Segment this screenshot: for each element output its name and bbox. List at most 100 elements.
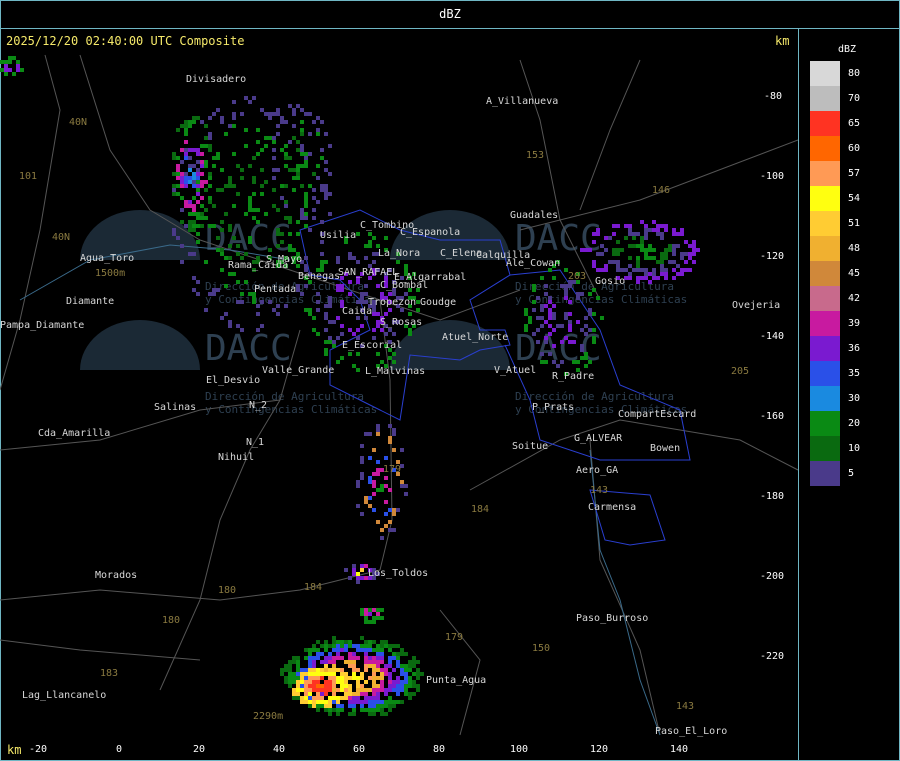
echo-cell — [356, 684, 360, 688]
echo-cell — [232, 236, 236, 240]
echo-cell — [296, 148, 300, 152]
echo-cell — [308, 656, 312, 660]
svg-text:179: 179 — [445, 632, 463, 643]
echo-cell — [348, 256, 352, 260]
echo-cell — [644, 256, 648, 260]
echo-cell — [196, 116, 200, 120]
echo-cell — [348, 676, 352, 680]
echo-cell — [308, 692, 312, 696]
echo-cell — [284, 200, 288, 204]
echo-cell — [304, 204, 308, 208]
echo-cell — [528, 316, 532, 320]
echo-cell — [368, 608, 372, 612]
echo-cell — [404, 684, 408, 688]
echo-cell — [324, 644, 328, 648]
echo-cell — [252, 300, 256, 304]
echo-cell — [636, 244, 640, 248]
echo-cell — [180, 124, 184, 128]
echo-cell — [244, 252, 248, 256]
svg-text:180: 180 — [218, 585, 236, 596]
echo-cell — [332, 692, 336, 696]
echo-cell — [352, 708, 356, 712]
place-label: N_2 — [249, 400, 267, 411]
echo-cell — [316, 680, 320, 684]
echo-cell — [560, 324, 564, 328]
echo-cell — [208, 172, 212, 176]
echo-cell — [196, 224, 200, 228]
echo-cell — [616, 252, 620, 256]
echo-cell — [300, 672, 304, 676]
echo-cell — [304, 672, 308, 676]
legend-label: 54 — [848, 193, 861, 204]
echo-cell — [316, 200, 320, 204]
x-axis-ticks: -20 0 20 40 60 80 100 120 140 — [29, 744, 688, 755]
svg-text:-200: -200 — [760, 571, 784, 582]
echo-cell — [176, 184, 180, 188]
echo-cell — [380, 488, 384, 492]
place-label: Salinas — [154, 402, 196, 413]
echo-cell — [324, 688, 328, 692]
legend-swatch — [810, 411, 840, 436]
echo-cell — [628, 232, 632, 236]
echo-cell — [180, 172, 184, 176]
echo-cell — [308, 648, 312, 652]
echo-cell — [324, 640, 328, 644]
echo-cell — [668, 260, 672, 264]
echo-cell — [672, 248, 676, 252]
echo-cell — [320, 252, 324, 256]
echo-cell — [352, 692, 356, 696]
echo-cell — [592, 264, 596, 268]
echo-cell — [380, 536, 384, 540]
echo-cell — [184, 180, 188, 184]
echo-cell — [592, 336, 596, 340]
echo-cell — [196, 216, 200, 220]
echo-cell — [180, 196, 184, 200]
echo-cell — [368, 476, 372, 480]
echo-cell — [384, 512, 388, 516]
echo-cell — [296, 284, 300, 288]
legend-title: dBZ — [838, 44, 857, 55]
echo-cell — [584, 332, 588, 336]
echo-cell — [668, 244, 672, 248]
radar-map[interactable]: DACC Dirección de Agricultura y Continge… — [0, 0, 798, 761]
svg-text:-20: -20 — [29, 744, 47, 755]
echo-cell — [316, 652, 320, 656]
echo-cell — [368, 432, 372, 436]
echo-cell — [332, 660, 336, 664]
echo-cell — [604, 268, 608, 272]
echo-cell — [608, 260, 612, 264]
echo-cell — [388, 672, 392, 676]
echo-cell — [192, 116, 196, 120]
echo-cell — [292, 680, 296, 684]
echo-cell — [296, 232, 300, 236]
echo-cell — [340, 680, 344, 684]
echo-cell — [388, 704, 392, 708]
echo-cell — [280, 184, 284, 188]
echo-cell — [240, 300, 244, 304]
echo-cell — [232, 112, 236, 116]
echo-cell — [184, 176, 188, 180]
echo-cell — [552, 328, 556, 332]
echo-cell — [380, 712, 384, 716]
echo-cell — [184, 128, 188, 132]
echo-cell — [392, 428, 396, 432]
echo-cell — [364, 244, 368, 248]
echo-cell — [636, 268, 640, 272]
echo-cell — [364, 620, 368, 624]
echo-cell — [308, 676, 312, 680]
echo-cell — [364, 500, 368, 504]
echo-cell — [360, 296, 364, 300]
echo-cell — [376, 692, 380, 696]
echo-cell — [612, 260, 616, 264]
echo-cell — [372, 260, 376, 264]
echo-cell — [656, 276, 660, 280]
echo-cell — [220, 220, 224, 224]
echo-cell — [316, 704, 320, 708]
legend-label: 35 — [848, 368, 861, 379]
echo-cell — [272, 136, 276, 140]
echo-cell — [320, 704, 324, 708]
echo-cell — [388, 488, 392, 492]
echo-cell — [676, 272, 680, 276]
place-label: Atuel_Norte — [442, 332, 508, 343]
echo-cell — [316, 684, 320, 688]
